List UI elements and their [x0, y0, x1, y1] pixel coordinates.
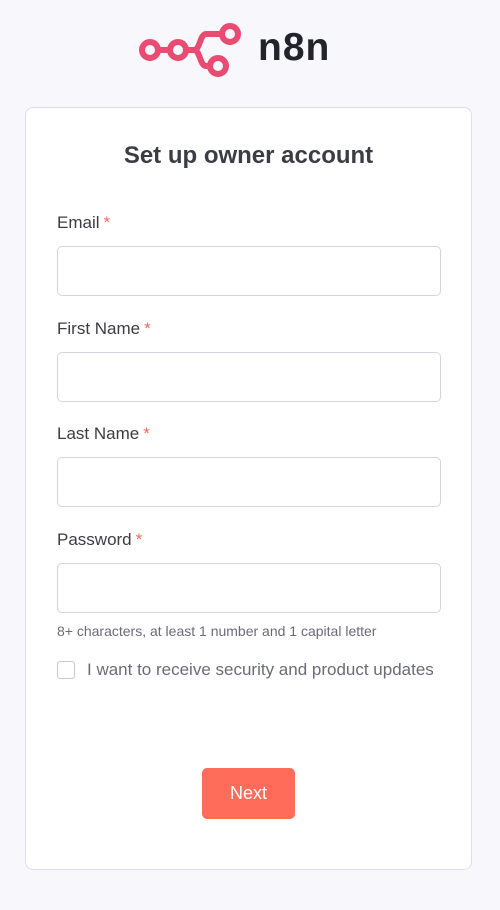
password-field[interactable] — [57, 563, 441, 613]
last-name-label: Last Name * — [57, 423, 150, 445]
password-hint: 8+ characters, at least 1 number and 1 c… — [57, 623, 377, 639]
first-name-label: First Name * — [57, 318, 151, 340]
logo-text: n8n — [258, 26, 331, 69]
required-marker: * — [143, 424, 150, 443]
n8n-logo-icon — [139, 23, 241, 77]
setup-form-card: Set up owner account Email * First Name * … — [25, 107, 472, 870]
required-marker: * — [103, 213, 111, 232]
next-button[interactable]: Next — [202, 768, 295, 819]
first-name-label-text: First Name — [57, 319, 141, 338]
updates-checkbox[interactable] — [57, 661, 75, 679]
page-title: Set up owner account — [123, 142, 374, 169]
required-marker: * — [144, 319, 151, 338]
email-field[interactable] — [57, 246, 441, 296]
last-name-label-text: Last Name — [57, 424, 140, 443]
password-label: Password * — [57, 529, 142, 551]
required-marker: * — [135, 530, 143, 549]
updates-checkbox-label[interactable]: I want to receive security and product u… — [87, 658, 447, 682]
email-label-text: Email — [57, 213, 100, 232]
logo: n8n — [0, 0, 500, 100]
password-label-text: Password — [57, 530, 132, 549]
last-name-field[interactable] — [57, 457, 441, 507]
email-label: Email * — [57, 212, 110, 234]
first-name-field[interactable] — [57, 352, 441, 402]
